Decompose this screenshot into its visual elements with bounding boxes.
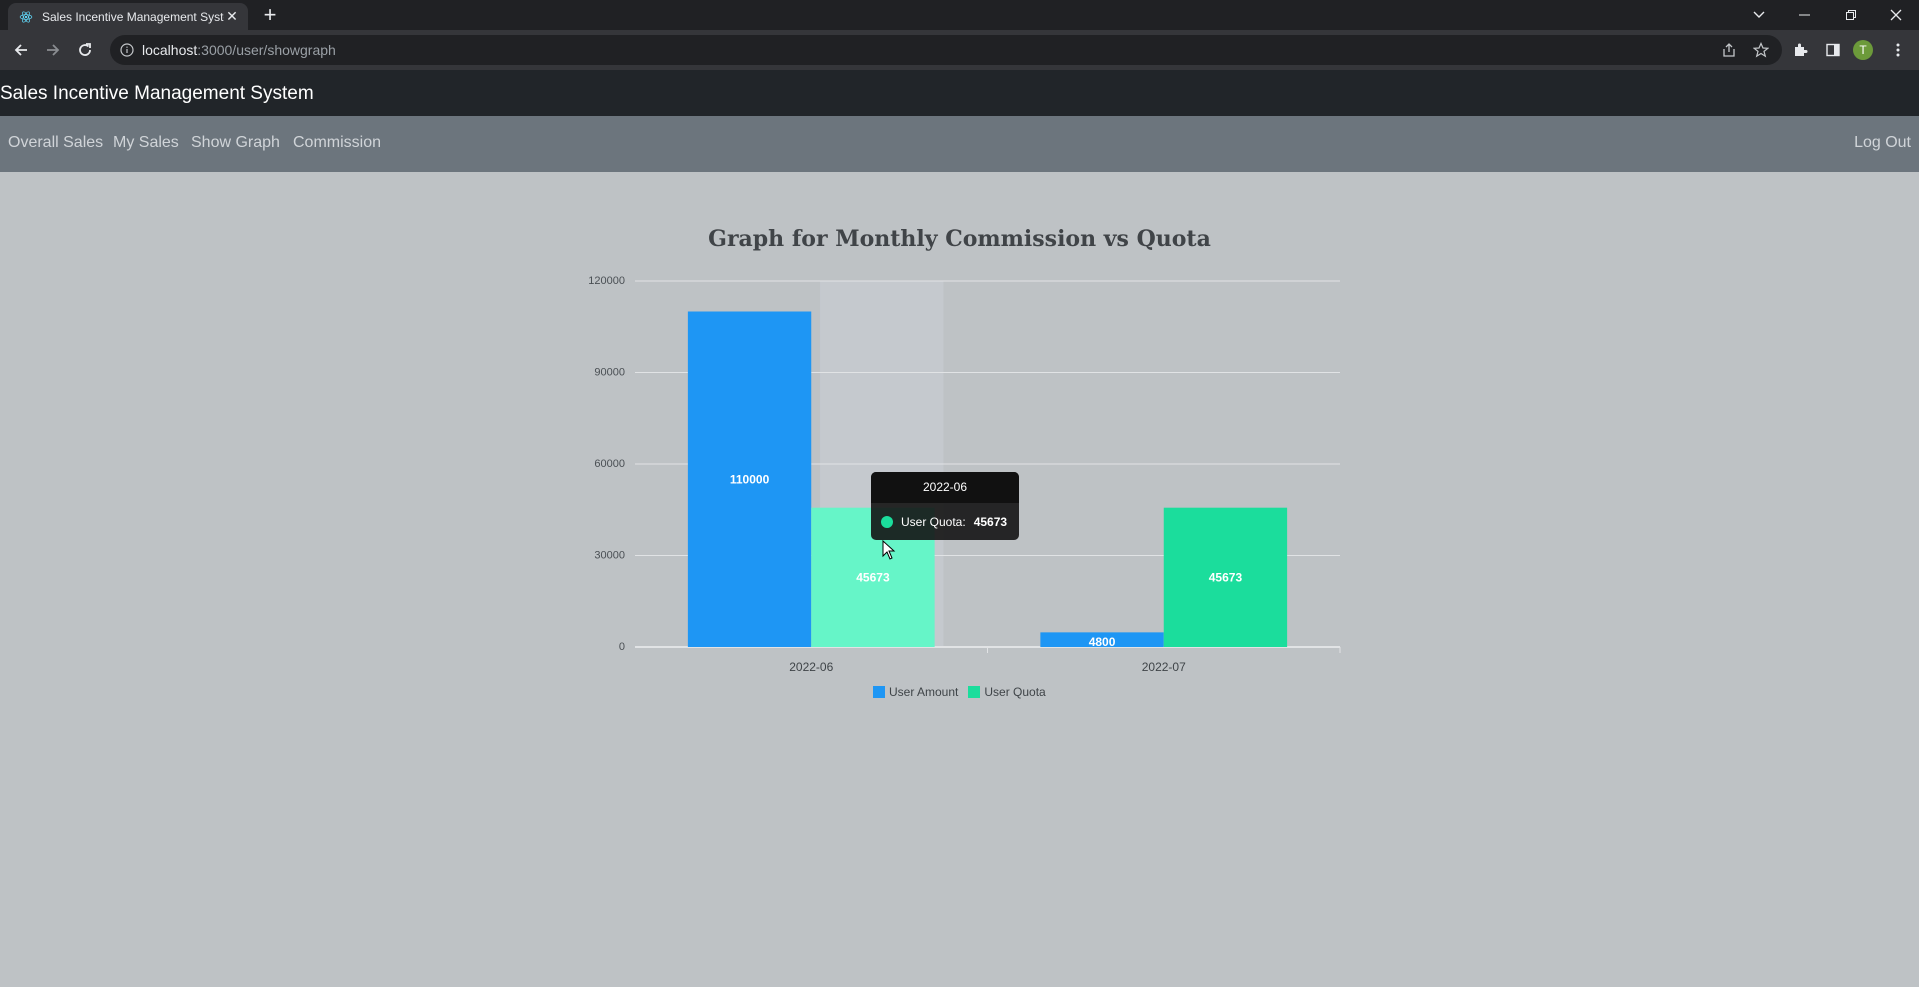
y-tick-label: 0 [619, 641, 625, 653]
legend-label: User Amount [889, 685, 959, 699]
data-label: 45673 [856, 570, 890, 584]
tooltip-value: 45673 [973, 514, 1008, 529]
data-label: 45673 [1209, 570, 1243, 584]
legend-swatch [873, 686, 885, 698]
chart-legend: User Amount User Quota [873, 685, 1056, 699]
tooltip-title: 2022-06 [871, 472, 1019, 503]
legend-label: User Quota [984, 685, 1046, 699]
legend-item-user-quota[interactable]: User Quota [968, 685, 1046, 699]
mouse-cursor-icon [882, 540, 896, 560]
tooltip-color-dot [881, 515, 893, 528]
data-label: 110000 [730, 472, 770, 486]
y-tick-label: 90000 [594, 367, 625, 379]
tooltip-series: User Quota [901, 514, 963, 529]
y-tick-label: 30000 [594, 550, 625, 562]
y-tick-label: 120000 [588, 275, 625, 287]
y-tick-label: 60000 [594, 458, 625, 470]
data-label: 4800 [1089, 635, 1116, 649]
chart-tooltip: 2022-06 User Quota: 45673 [871, 472, 1019, 540]
x-tick-label: 2022-07 [1142, 660, 1186, 674]
legend-swatch [968, 686, 981, 698]
x-tick-label: 2022-06 [789, 660, 833, 674]
legend-item-user-amount[interactable]: User Amount [873, 685, 958, 699]
